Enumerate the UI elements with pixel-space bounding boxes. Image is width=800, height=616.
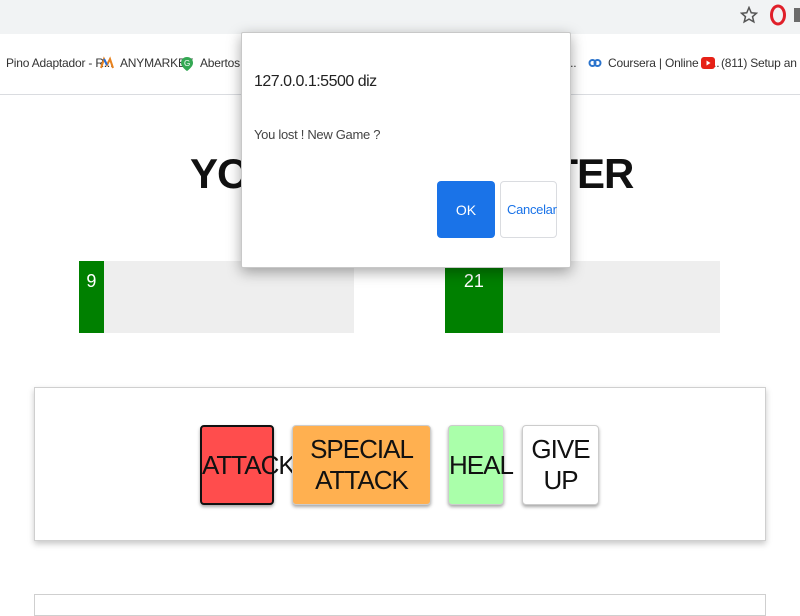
controls-panel: ATTACK SPECIAL ATTACK HEAL GIVE UP	[34, 387, 766, 541]
ok-button[interactable]: OK	[437, 181, 495, 238]
monster-healthbar: 21	[445, 261, 720, 333]
attack-button[interactable]: ATTACK	[200, 425, 296, 505]
extension-icon[interactable]	[794, 8, 800, 22]
bookmark-anymarket[interactable]: ANYMARKET	[100, 52, 193, 74]
bookmark-star-icon[interactable]	[739, 5, 759, 24]
give-up-button[interactable]: GIVE UP	[522, 425, 599, 505]
player-health-fill: 9	[79, 261, 104, 333]
bookmark-pino-adaptador[interactable]: Pino Adaptador - R...	[6, 52, 113, 74]
svg-text:G: G	[184, 59, 190, 68]
cancel-button[interactable]: Cancelar	[500, 181, 557, 238]
heal-button[interactable]: HEAL	[448, 425, 514, 505]
monster-health-fill: 21	[445, 261, 503, 333]
dialog-title: 127.0.0.1:5500 diz	[254, 73, 377, 90]
bookmark-youtube[interactable]: (811) Setup an HTT...	[701, 52, 800, 74]
bookmark-label: Pino Adaptador - R...	[6, 56, 114, 70]
browser-toolbar	[0, 0, 800, 34]
bookmark-label: (811) Setup an HTT...	[721, 56, 800, 70]
bookmark-coursera[interactable]: Coursera | Online C...	[588, 52, 720, 74]
alert-dialog: 127.0.0.1:5500 diz You lost ! New Game ?…	[241, 32, 571, 268]
g-circle-icon: G	[180, 56, 194, 71]
player-healthbar: 9	[79, 261, 354, 333]
opera-icon[interactable]	[770, 4, 786, 26]
dialog-message: You lost ! New Game ?	[254, 127, 381, 142]
anymarket-logo-icon	[100, 56, 114, 70]
youtube-icon	[701, 56, 715, 70]
special-attack-button[interactable]: SPECIAL ATTACK	[292, 425, 431, 505]
coursera-icon	[588, 56, 602, 70]
log-panel	[34, 594, 766, 616]
